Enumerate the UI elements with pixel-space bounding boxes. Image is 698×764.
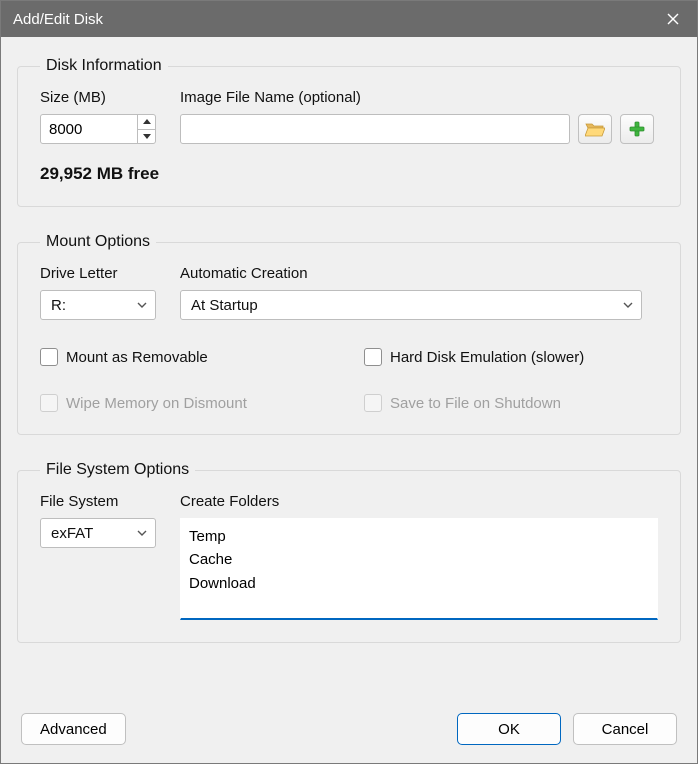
plus-icon: [629, 121, 645, 137]
auto-creation-select[interactable]: At Startup: [180, 290, 642, 320]
label-drive-letter: Drive Letter: [40, 265, 156, 282]
checkbox-icon: [364, 348, 382, 366]
add-button[interactable]: [620, 114, 654, 144]
dialog-window: Add/Edit Disk Disk Information Size (MB): [0, 0, 698, 764]
title-bar: Add/Edit Disk: [1, 1, 697, 37]
file-system-select[interactable]: exFAT: [40, 518, 156, 548]
checkbox-label: Hard Disk Emulation (slower): [390, 349, 584, 366]
label-size: Size (MB): [40, 89, 156, 106]
checkbox-icon: [40, 348, 58, 366]
group-mount-options: Mount Options Drive Letter R: Automatic …: [17, 233, 681, 435]
auto-creation-value: At Startup: [191, 297, 258, 314]
image-file-input[interactable]: [180, 114, 570, 144]
dialog-footer: Advanced OK Cancel: [1, 705, 697, 763]
chevron-down-icon: [137, 302, 147, 308]
chevron-up-icon: [143, 119, 151, 124]
label-create-folders: Create Folders: [180, 493, 658, 510]
size-spinner[interactable]: [40, 114, 156, 144]
legend-file-system-options: File System Options: [40, 461, 195, 479]
folder-open-icon: [585, 121, 605, 137]
drive-letter-value: R:: [51, 297, 66, 314]
free-space-text: 29,952 MB free: [40, 164, 658, 184]
checkbox-icon: [40, 394, 58, 412]
group-file-system-options: File System Options File System exFAT Cr…: [17, 461, 681, 643]
checkbox-wipe-memory: Wipe Memory on Dismount: [40, 394, 364, 412]
size-step-down[interactable]: [138, 129, 155, 144]
legend-mount-options: Mount Options: [40, 233, 156, 251]
cancel-button[interactable]: Cancel: [573, 713, 677, 745]
ok-button[interactable]: OK: [457, 713, 561, 745]
browse-button[interactable]: [578, 114, 612, 144]
drive-letter-select[interactable]: R:: [40, 290, 156, 320]
checkbox-label: Save to File on Shutdown: [390, 395, 561, 412]
label-file-system: File System: [40, 493, 156, 510]
close-button[interactable]: [651, 1, 695, 37]
checkbox-hdd-emulation[interactable]: Hard Disk Emulation (slower): [364, 348, 584, 366]
checkbox-icon: [364, 394, 382, 412]
checkbox-save-to-file: Save to File on Shutdown: [364, 394, 561, 412]
advanced-button[interactable]: Advanced: [21, 713, 126, 745]
window-title: Add/Edit Disk: [13, 11, 651, 28]
checkbox-mount-removable[interactable]: Mount as Removable: [40, 348, 364, 366]
checkbox-label: Wipe Memory on Dismount: [66, 395, 247, 412]
size-step-up[interactable]: [138, 115, 155, 129]
group-disk-information: Disk Information Size (MB): [17, 57, 681, 207]
content-area: Disk Information Size (MB): [1, 37, 697, 705]
checkbox-label: Mount as Removable: [66, 349, 208, 366]
file-system-value: exFAT: [51, 525, 93, 542]
close-icon: [667, 13, 679, 25]
chevron-down-icon: [137, 530, 147, 536]
label-image-file: Image File Name (optional): [180, 89, 654, 106]
chevron-down-icon: [143, 134, 151, 139]
legend-disk-information: Disk Information: [40, 57, 168, 75]
label-auto-creation: Automatic Creation: [180, 265, 642, 282]
size-input[interactable]: [41, 115, 137, 143]
create-folders-input[interactable]: [180, 518, 658, 620]
chevron-down-icon: [623, 302, 633, 308]
